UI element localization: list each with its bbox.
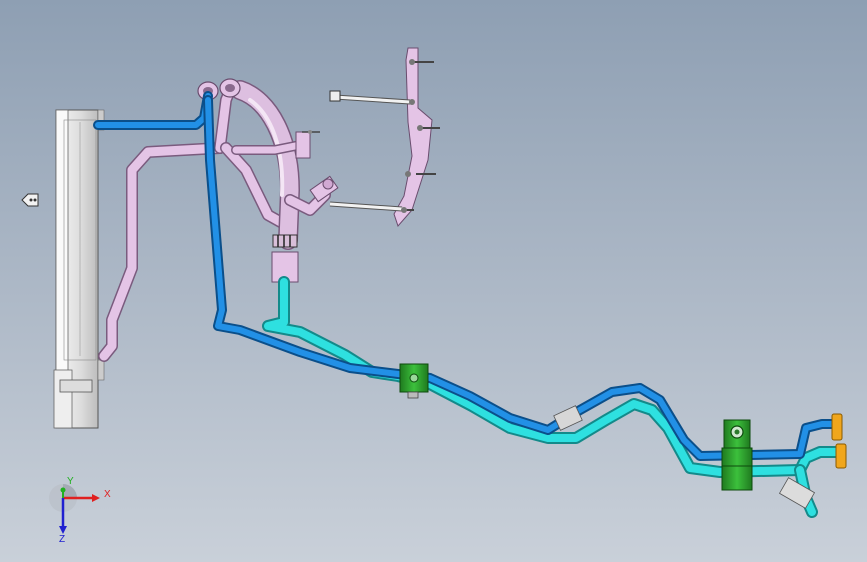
triad-x-label: X <box>104 489 111 500</box>
green-clip-small[interactable] <box>399 363 429 399</box>
triad-y-label: Y <box>67 476 74 487</box>
cyan-coolant-line[interactable] <box>262 276 846 518</box>
cad-model-canvas[interactable]: X Y Z <box>0 0 867 562</box>
radiator[interactable] <box>53 109 105 429</box>
triad-z-label: Z <box>59 534 65 545</box>
reference-triad: X Y Z <box>49 476 111 545</box>
pink-mounting-bracket[interactable] <box>329 47 440 227</box>
radiator-connector[interactable] <box>21 193 39 207</box>
graphics-viewport[interactable]: X Y Z <box>0 0 867 562</box>
hose-fitting-upper[interactable] <box>295 130 320 159</box>
orange-end-connectors[interactable] <box>831 413 847 469</box>
green-clip-large[interactable] <box>721 419 753 491</box>
hose-sleeve[interactable] <box>271 234 299 283</box>
